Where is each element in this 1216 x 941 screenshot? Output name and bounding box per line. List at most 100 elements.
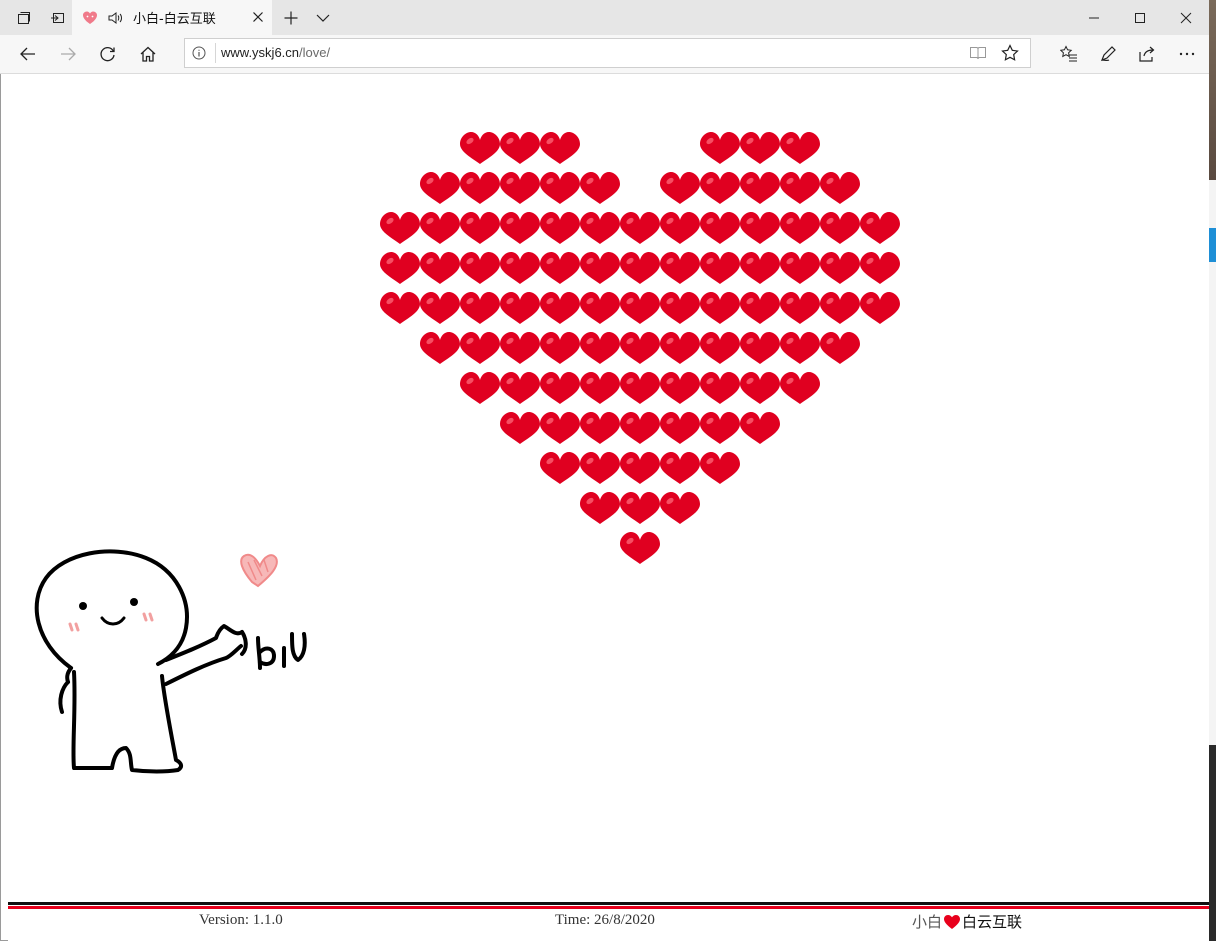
browser-window: 小白-白云互联 www.yskj6.cn/love/ biu Version: … [0, 0, 1209, 941]
heart [500, 132, 540, 164]
home-icon[interactable] [128, 35, 168, 73]
heart [700, 172, 740, 204]
heart [780, 292, 820, 324]
heart [540, 292, 580, 324]
heart [780, 372, 820, 404]
heart [500, 372, 540, 404]
heart [700, 452, 740, 484]
heart [740, 292, 780, 324]
heart [620, 532, 660, 564]
heart [620, 492, 660, 524]
heart [620, 332, 660, 364]
share-icon[interactable] [1127, 35, 1167, 73]
heart [820, 252, 860, 284]
heart [700, 332, 740, 364]
pen-icon[interactable] [1088, 35, 1128, 73]
heart [380, 292, 420, 324]
heart [580, 372, 620, 404]
heart [420, 252, 460, 284]
heart [820, 212, 860, 244]
close-icon[interactable] [1163, 0, 1209, 35]
heart [700, 252, 740, 284]
heart-icon [944, 914, 961, 929]
url-text[interactable]: www.yskj6.cn/love/ [221, 45, 330, 60]
heart [460, 372, 500, 404]
speaker-icon[interactable] [107, 10, 125, 26]
browser-tab[interactable]: 小白-白云互联 [72, 0, 272, 35]
heart [460, 252, 500, 284]
heart [780, 212, 820, 244]
heart [540, 252, 580, 284]
tab-close-icon[interactable] [250, 9, 266, 25]
tab-manager-icon[interactable] [8, 0, 40, 35]
version-label: Version: 1.1.0 [199, 912, 283, 928]
heart [580, 212, 620, 244]
favorites-list-icon[interactable] [1049, 35, 1089, 73]
footer-divider-black [8, 902, 1209, 905]
heart [380, 212, 420, 244]
figure-caption: biu [281, 637, 283, 639]
heart [420, 292, 460, 324]
heart [700, 212, 740, 244]
heart [660, 212, 700, 244]
heart [620, 372, 660, 404]
navigation-bar: www.yskj6.cn/love/ [0, 35, 1209, 74]
heart [700, 412, 740, 444]
address-bar[interactable]: www.yskj6.cn/love/ [184, 38, 1031, 68]
url-domain: www.yskj6.cn [221, 45, 300, 60]
heart [420, 212, 460, 244]
star-icon[interactable] [1001, 44, 1019, 62]
forward-arrow-icon[interactable] [48, 35, 88, 73]
heart [500, 292, 540, 324]
more-icon[interactable] [1167, 35, 1207, 73]
minimize-icon[interactable] [1071, 0, 1117, 35]
heart [580, 332, 620, 364]
heart [820, 292, 860, 324]
chevron-down-icon[interactable] [308, 0, 338, 35]
title-bar: 小白-白云互联 [0, 0, 1209, 35]
heart [500, 212, 540, 244]
heart [740, 372, 780, 404]
heart [820, 332, 860, 364]
plus-icon[interactable] [276, 0, 306, 35]
url-path: /love/ [299, 45, 331, 60]
reading-view-icon[interactable] [969, 45, 987, 61]
heart [780, 172, 820, 204]
heart [740, 132, 780, 164]
heart [580, 492, 620, 524]
heart [700, 292, 740, 324]
heart [620, 452, 660, 484]
heart [460, 332, 500, 364]
heart [580, 412, 620, 444]
brand-prefix: 小白 [912, 913, 943, 931]
back-arrow-icon[interactable] [8, 35, 48, 73]
heart [460, 172, 500, 204]
heart [540, 172, 580, 204]
heart [620, 292, 660, 324]
maximize-icon[interactable] [1117, 0, 1163, 35]
heart [860, 292, 900, 324]
site-info-icon[interactable] [192, 46, 206, 60]
heart [500, 412, 540, 444]
heart [860, 212, 900, 244]
heart [540, 132, 580, 164]
set-aside-tabs-icon[interactable] [42, 0, 74, 35]
waving-character-drawing: biu [34, 549, 307, 774]
heart [500, 252, 540, 284]
heart [660, 372, 700, 404]
heart [620, 252, 660, 284]
heart [780, 252, 820, 284]
heart [540, 372, 580, 404]
heart [740, 172, 780, 204]
heart [780, 132, 820, 164]
page-footer: Version: 1.1.0 Time: 26/8/2020 小白 白云互联 [8, 902, 1209, 941]
heart [660, 332, 700, 364]
heart [660, 452, 700, 484]
tab-title: 小白-白云互联 [133, 12, 216, 27]
page-content: biu [8, 74, 1209, 902]
heart [660, 412, 700, 444]
heart [820, 172, 860, 204]
brand-suffix: 白云互联 [962, 913, 1023, 931]
heart [740, 212, 780, 244]
refresh-icon[interactable] [88, 35, 128, 73]
